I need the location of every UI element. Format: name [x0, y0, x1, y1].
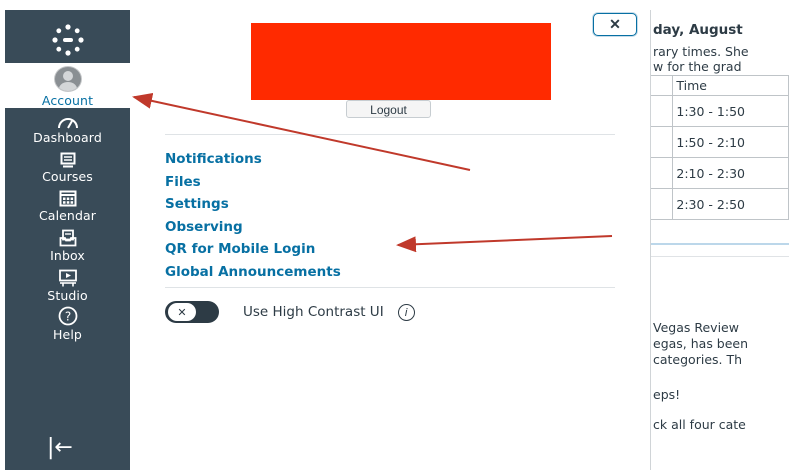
nav-item-account[interactable]: Account	[5, 63, 130, 108]
bg-text-line: egas, has been	[653, 336, 749, 351]
nav-item-label: Studio	[47, 288, 88, 303]
help-icon: ?	[58, 306, 78, 326]
redacted-user-info	[251, 23, 551, 100]
link-qr-mobile-login[interactable]: QR for Mobile Login	[165, 238, 341, 261]
bg-text-line: w for the grad	[653, 59, 742, 74]
svg-text:?: ?	[64, 310, 70, 324]
calendar-icon	[59, 189, 77, 207]
table-row: Time	[651, 75, 789, 96]
studio-icon	[58, 269, 78, 287]
nav-item-inbox[interactable]: Inbox	[5, 229, 130, 263]
close-tray-button[interactable]: ✕	[593, 13, 637, 36]
bg-text-line: eps!	[653, 387, 681, 402]
bg-text-line: ck all four cate	[653, 417, 746, 432]
info-icon[interactable]: i	[397, 303, 415, 321]
table-cell: 2:30 - 2:50	[672, 188, 789, 220]
high-contrast-toggle[interactable]: ✕	[165, 301, 219, 323]
collapse-nav-icon[interactable]: |←	[47, 435, 73, 460]
nav-item-label: Help	[53, 327, 82, 342]
canvas-logo-icon[interactable]	[5, 10, 130, 70]
bg-text-line: rary times. She	[653, 44, 749, 59]
high-contrast-setting: ✕ Use High Contrast UI i	[165, 301, 415, 323]
toggle-off-icon: ✕	[168, 303, 196, 321]
nav-item-studio[interactable]: Studio	[5, 269, 130, 303]
table-header-time: Time	[672, 75, 789, 96]
nav-item-calendar[interactable]: Calendar	[5, 189, 130, 223]
table-row: 2:10 - 2:30	[651, 157, 789, 189]
link-settings[interactable]: Settings	[165, 193, 341, 216]
high-contrast-label: Use High Contrast UI	[243, 304, 384, 320]
dashboard-icon	[57, 111, 79, 129]
table-cell: 1:30 - 1:50	[672, 95, 789, 127]
table-row: 1:50 - 2:10	[651, 126, 789, 158]
global-nav: Account Dashboard Courses Calendar Inbox…	[5, 10, 130, 470]
link-notifications[interactable]: Notifications	[165, 148, 341, 171]
nav-item-dashboard[interactable]: Dashboard	[5, 111, 130, 145]
nav-item-help[interactable]: ? Help	[5, 306, 130, 342]
courses-icon	[60, 150, 76, 168]
bg-divider	[651, 256, 789, 257]
nav-item-label: Inbox	[50, 248, 85, 263]
account-tray: Logout Notifications Files Settings Obse…	[130, 10, 651, 470]
link-files[interactable]: Files	[165, 171, 341, 194]
nav-item-label: Calendar	[38, 208, 96, 223]
link-observing[interactable]: Observing	[165, 216, 341, 239]
link-global-announcements[interactable]: Global Announcements	[165, 261, 341, 284]
schedule-table: Time 1:30 - 1:50 1:50 - 2:10 2:10 - 2:30…	[651, 75, 789, 220]
table-row: 2:30 - 2:50	[651, 188, 789, 220]
bg-heading: day, August	[653, 22, 743, 38]
inbox-icon	[59, 229, 77, 247]
tray-divider	[165, 134, 615, 135]
tray-divider	[165, 287, 615, 288]
bg-text-line: Vegas Review	[653, 320, 739, 335]
account-links-list: Notifications Files Settings Observing Q…	[165, 148, 341, 283]
bg-text-line: categories. Th	[653, 352, 743, 367]
nav-item-label: Courses	[42, 169, 93, 184]
nav-item-label: Account	[41, 93, 94, 108]
logout-button[interactable]: Logout	[346, 100, 431, 118]
nav-item-courses[interactable]: Courses	[5, 150, 130, 184]
table-cell: 2:10 - 2:30	[672, 157, 789, 189]
table-cell: 1:50 - 2:10	[672, 126, 789, 158]
account-avatar-icon	[53, 66, 82, 92]
nav-item-label: Dashboard	[33, 130, 102, 145]
table-row: 1:30 - 1:50	[651, 95, 789, 127]
background-page-content: day, August rary times. She w for the gr…	[651, 10, 789, 470]
close-icon: ✕	[609, 16, 621, 32]
bg-divider	[651, 243, 789, 245]
